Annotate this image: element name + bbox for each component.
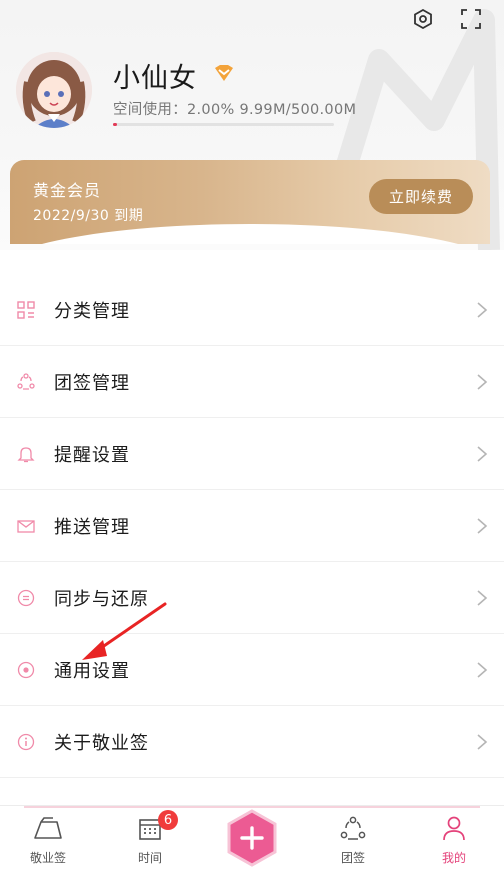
membership-card[interactable]: 黄金会员 2022/9/30 到期 立即续费 (10, 160, 490, 244)
membership-title: 黄金会员 (33, 181, 102, 200)
menu-item-about[interactable]: 关于敬业签 (0, 706, 504, 778)
tab-label: 敬业签 (29, 851, 66, 865)
settings-icon[interactable] (412, 8, 434, 30)
menu-item-label: 同步与还原 (54, 588, 149, 610)
user-icon (439, 814, 469, 844)
tab-label: 我的 (441, 851, 466, 865)
tab-label: 时间 (137, 851, 162, 865)
note-icon (33, 814, 63, 844)
menu-item-general-settings[interactable]: 通用设置 (0, 634, 504, 706)
menu-item-category[interactable]: 分类管理 (0, 274, 504, 346)
tab-label: 团签 (340, 851, 365, 865)
chevron-right-icon (477, 733, 488, 750)
chevron-right-icon (477, 373, 488, 390)
menu-item-label: 推送管理 (54, 516, 130, 538)
chevron-right-icon (477, 445, 488, 462)
team-icon (338, 814, 368, 844)
renew-button[interactable]: 立即续费 (369, 179, 473, 214)
notification-badge: 6 (158, 810, 178, 830)
sync-icon (16, 588, 36, 608)
tab-time[interactable]: 6 时间 (110, 810, 190, 866)
mail-icon (16, 516, 36, 536)
storage-progress-bar (113, 123, 334, 126)
bottom-tab-bar: 敬业签 6 时间 团签 我的 (0, 805, 504, 871)
storage-usage-text: 空间使用：2.00% 9.99M/500.00M (113, 102, 357, 118)
category-icon (16, 300, 36, 320)
menu-item-reminder[interactable]: 提醒设置 (0, 418, 504, 490)
menu-item-push[interactable]: 推送管理 (0, 490, 504, 562)
vip-crown-icon (213, 64, 235, 82)
storage-progress-fill (113, 123, 118, 126)
menu-item-sync[interactable]: 同步与还原 (0, 562, 504, 634)
scan-icon[interactable] (460, 8, 482, 30)
info-icon (16, 732, 36, 752)
settings-menu: 分类管理 团签管理 提醒设置 推送管理 同步与还原 通用设置 关于敬业签 (0, 274, 504, 778)
chevron-right-icon (477, 661, 488, 678)
chevron-right-icon (477, 517, 488, 534)
tab-team[interactable]: 团签 (313, 814, 393, 866)
tab-bar-divider (24, 806, 480, 808)
add-button[interactable] (226, 809, 278, 867)
tab-mine[interactable]: 我的 (414, 814, 494, 866)
avatar[interactable] (16, 52, 92, 128)
menu-item-label: 提醒设置 (54, 444, 130, 466)
menu-item-group-notes[interactable]: 团签管理 (0, 346, 504, 418)
tab-notes[interactable]: 敬业签 (8, 814, 88, 866)
menu-item-label: 分类管理 (54, 300, 130, 322)
menu-item-label: 团签管理 (54, 372, 130, 394)
username: 小仙女 (113, 63, 197, 94)
chevron-right-icon (477, 301, 488, 318)
top-actions (412, 8, 482, 30)
settings-dot-icon (16, 660, 36, 680)
menu-item-label: 关于敬业签 (54, 732, 149, 754)
membership-expiry: 2022/9/30 到期 (33, 208, 144, 224)
bell-icon (16, 444, 36, 464)
menu-item-label: 通用设置 (54, 660, 130, 682)
group-icon (16, 372, 36, 392)
chevron-right-icon (477, 589, 488, 606)
